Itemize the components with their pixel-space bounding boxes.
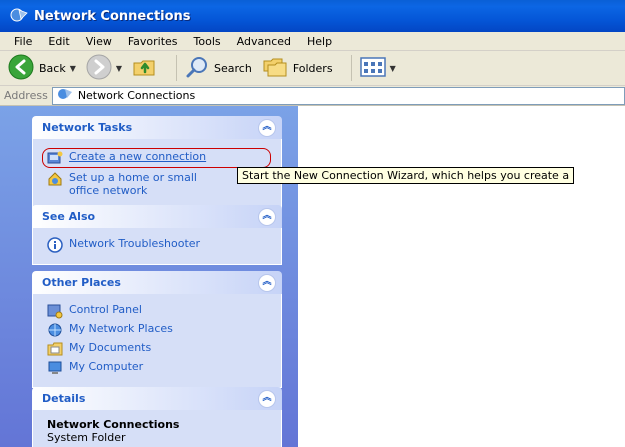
other-places-title: Other Places [42, 276, 121, 289]
other-places-body: Control Panel My Network Places My Docum… [32, 294, 282, 388]
back-dropdown-icon[interactable]: ▼ [70, 64, 76, 73]
see-also-title: See Also [42, 210, 96, 223]
network-tasks-panel: Network Tasks ︽ Create a new connection [32, 116, 282, 209]
details-header[interactable]: Details ︽ [32, 387, 282, 410]
collapse-chevron-icon[interactable]: ︽ [258, 389, 276, 408]
other-places-panel: Other Places ︽ Control Panel My Network … [32, 271, 282, 388]
tooltip-text: Start the New Connection Wizard, which h… [242, 169, 570, 182]
my-network-places-link[interactable]: My Network Places [47, 322, 271, 338]
menu-favorites[interactable]: Favorites [120, 35, 186, 48]
address-label: Address [4, 89, 48, 102]
create-new-connection-link[interactable]: Create a new connection [42, 148, 271, 168]
toolbar-separator-2 [350, 55, 352, 81]
tooltip: Start the New Connection Wizard, which h… [237, 167, 575, 184]
search-label: Search [214, 61, 252, 75]
documents-folder-icon [47, 341, 63, 357]
new-connection-icon [47, 150, 63, 166]
address-bar: Address Network Connections [0, 86, 625, 106]
help-info-icon [47, 237, 63, 253]
network-tasks-title: Network Tasks [42, 121, 133, 134]
search-icon [185, 55, 209, 82]
forward-dropdown-icon[interactable]: ▼ [116, 64, 122, 73]
computer-icon [47, 360, 63, 376]
setup-home-network-label: Set up a home or small office network [69, 171, 197, 197]
folders-label: Folders [292, 61, 333, 75]
address-field[interactable]: Network Connections [51, 86, 625, 105]
forward-arrow-icon [86, 54, 112, 83]
my-documents-link[interactable]: My Documents [47, 341, 271, 357]
task-pane: Network Tasks ︽ Create a new connection [0, 106, 298, 447]
search-button[interactable]: Search [185, 55, 252, 82]
views-button[interactable]: ▼ [359, 56, 396, 80]
network-places-icon [47, 322, 63, 338]
network-connections-small-icon [57, 87, 73, 104]
menu-view[interactable]: View [78, 35, 120, 48]
collapse-chevron-icon[interactable]: ︽ [258, 273, 276, 292]
network-troubleshooter-link[interactable]: Network Troubleshooter [47, 237, 271, 253]
details-title: Details [42, 392, 86, 405]
content-area[interactable] [298, 106, 625, 447]
menu-file[interactable]: File [6, 35, 40, 48]
see-also-panel: See Also ︽ Network Troubleshooter [32, 205, 282, 265]
window-title: Network Connections [34, 8, 191, 24]
create-new-connection-label: Create a new connection [69, 150, 207, 163]
home-network-icon [47, 171, 63, 187]
title-bar[interactable]: Network Connections [0, 0, 625, 32]
folders-icon [262, 55, 288, 82]
network-troubleshooter-label: Network Troubleshooter [69, 237, 201, 250]
menu-bar: File Edit View Favorites Tools Advanced … [0, 32, 625, 51]
toolbar: Back ▼ ▼ Search Folders ▼ [0, 51, 625, 86]
details-name: Network Connections [47, 418, 180, 431]
up-folder-button[interactable] [132, 55, 158, 82]
control-panel-icon [47, 303, 63, 319]
collapse-chevron-icon[interactable]: ︽ [258, 118, 276, 137]
collapse-chevron-icon[interactable]: ︽ [258, 207, 276, 226]
views-icon [359, 56, 386, 80]
my-computer-label: My Computer [69, 360, 144, 373]
back-arrow-icon [8, 54, 34, 83]
details-panel: Details ︽ Network Connections System Fol… [32, 387, 282, 447]
up-folder-icon [132, 55, 158, 82]
details-body: Network Connections System Folder [32, 410, 282, 447]
views-dropdown-icon[interactable]: ▼ [390, 64, 396, 73]
control-panel-label: Control Panel [69, 303, 142, 316]
see-also-header[interactable]: See Also ︽ [32, 205, 282, 228]
address-value: Network Connections [77, 89, 196, 102]
control-panel-link[interactable]: Control Panel [47, 303, 271, 319]
menu-edit[interactable]: Edit [40, 35, 77, 48]
network-tasks-header[interactable]: Network Tasks ︽ [32, 116, 282, 139]
menu-tools[interactable]: Tools [186, 35, 229, 48]
forward-button[interactable]: ▼ [86, 54, 122, 83]
my-network-places-label: My Network Places [69, 322, 173, 335]
details-type: System Folder [47, 431, 126, 444]
menu-advanced[interactable]: Advanced [229, 35, 299, 48]
back-label: Back [39, 61, 66, 75]
other-places-header[interactable]: Other Places ︽ [32, 271, 282, 294]
menu-help[interactable]: Help [299, 35, 340, 48]
toolbar-separator [176, 55, 178, 81]
see-also-body: Network Troubleshooter [32, 228, 282, 265]
network-connections-icon [10, 7, 28, 26]
folders-button[interactable]: Folders [262, 55, 333, 82]
my-documents-label: My Documents [69, 341, 152, 354]
back-button[interactable]: Back ▼ [8, 54, 76, 83]
my-computer-link[interactable]: My Computer [47, 360, 271, 376]
